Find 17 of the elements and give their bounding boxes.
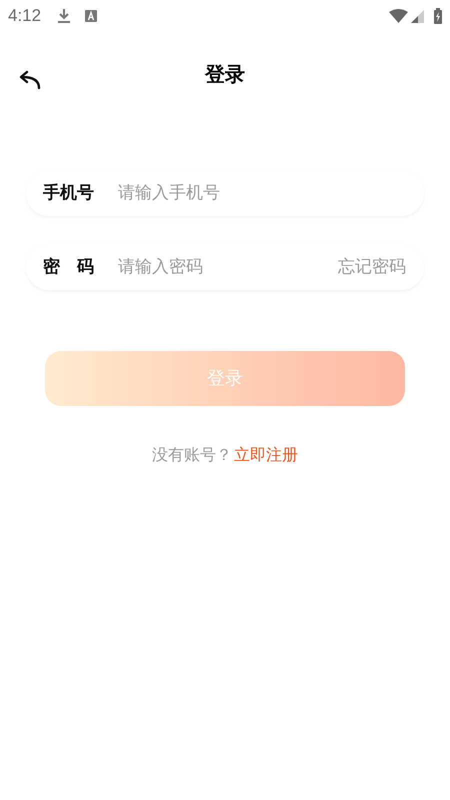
register-prompt: 没有账号？: [152, 446, 232, 466]
signal-icon: [411, 10, 424, 22]
input-field[interactable]: 手机号 请输入手机号: [26, 170, 424, 216]
field-label: 手机号: [43, 182, 95, 204]
battery-icon: [434, 8, 442, 24]
page-title: 登录: [205, 63, 245, 88]
text-input[interactable]: 请输入手机号: [118, 180, 406, 206]
keyboard-app-icon: [85, 10, 98, 22]
input-field[interactable]: 密 码 请输入密码 忘记密码: [26, 244, 424, 290]
back-icon[interactable]: [18, 70, 42, 90]
forgot-password-link[interactable]: 忘记密码: [338, 254, 406, 280]
status-time: 4:12: [8, 5, 42, 28]
text-input[interactable]: 请输入密码: [118, 254, 338, 280]
register-link[interactable]: 立即注册: [234, 444, 298, 468]
download-icon: [57, 8, 72, 24]
field-label: 密 码: [43, 256, 95, 278]
wifi-icon: [389, 9, 408, 23]
